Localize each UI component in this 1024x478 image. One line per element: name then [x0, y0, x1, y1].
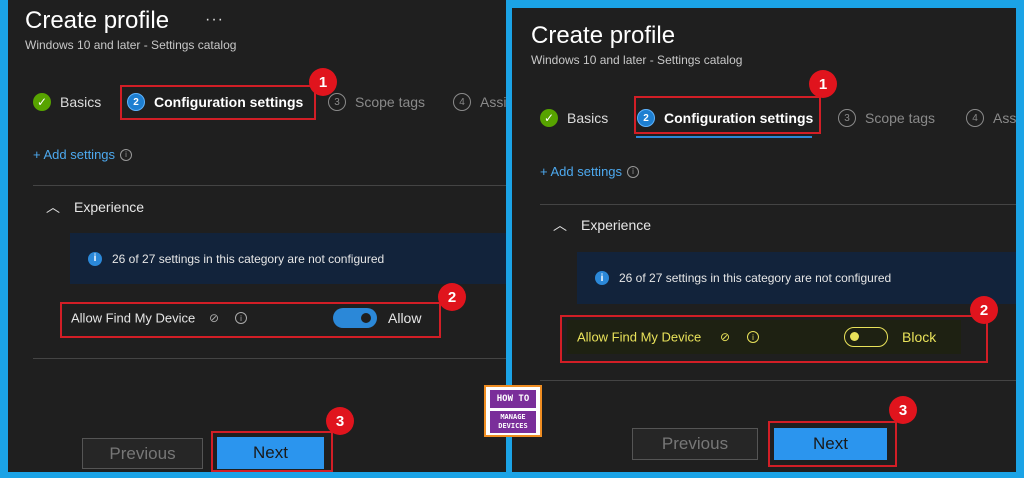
logo-line-devices: DEVICES [498, 422, 528, 430]
experience-section-header[interactable]: ︿ Experience [46, 197, 144, 217]
divider [540, 204, 1016, 205]
step-scope-tags[interactable]: 3 Scope tags [328, 93, 425, 111]
step-label: Assi [480, 94, 506, 110]
step-label: Basics [567, 110, 609, 126]
add-settings-link[interactable]: + Add settings i [33, 147, 133, 162]
info-icon: i [627, 165, 640, 178]
step-number: 4 [966, 109, 984, 127]
logo-top-text: HOW TO [490, 390, 536, 408]
divider [33, 358, 506, 359]
experience-section-header[interactable]: ︿ Experience [553, 215, 651, 235]
left-panel: Create profile ··· Windows 10 and later … [8, 0, 506, 472]
annotation-badge-2: 2 [970, 296, 998, 324]
banner-text: 26 of 27 settings in this category are n… [112, 251, 385, 266]
step-number: 3 [838, 109, 856, 127]
info-banner: i 26 of 27 settings in this category are… [577, 252, 1016, 304]
step-number: 4 [453, 93, 471, 111]
logo-bottom-text: MANAGE DEVICES [490, 411, 536, 433]
step-basics[interactable]: ✓ Basics [33, 93, 101, 111]
section-label: Experience [74, 199, 145, 215]
section-label: Experience [581, 217, 652, 233]
page-title: Create profile [25, 7, 170, 34]
annotation-badge-1: 1 [809, 70, 837, 98]
annotation-box-2 [60, 302, 441, 338]
page-subtitle: Windows 10 and later - Settings catalog [25, 38, 237, 52]
step-label: Scope tags [355, 94, 426, 110]
add-settings-label: + Add settings [540, 164, 623, 179]
step-scope-tags[interactable]: 3 Scope tags [838, 109, 935, 127]
add-settings-link[interactable]: + Add settings i [540, 164, 640, 179]
annotation-box-2 [560, 315, 988, 363]
annotation-box-1 [120, 85, 316, 120]
step-basics[interactable]: ✓ Basics [540, 109, 608, 127]
annotation-badge-1: 1 [309, 68, 337, 96]
chevron-up-icon: ︿ [553, 217, 567, 233]
info-icon: i [595, 271, 609, 285]
info-icon: i [88, 251, 102, 266]
more-options-button[interactable]: ··· [205, 11, 224, 29]
annotation-badge-2: 2 [438, 283, 466, 311]
divider [33, 185, 506, 186]
step-label: Ass [993, 110, 1016, 126]
previous-button[interactable]: Previous [82, 438, 203, 469]
annotation-badge-3: 3 [326, 407, 354, 435]
annotation-box-3 [768, 421, 897, 467]
how-to-manage-devices-logo: HOW TO MANAGE DEVICES [484, 385, 542, 437]
step-number: 3 [328, 93, 346, 111]
add-settings-label: + Add settings [33, 147, 116, 162]
right-panel: Create profile Windows 10 and later - Se… [512, 8, 1016, 472]
annotation-badge-3: 3 [889, 396, 917, 424]
page-title: Create profile [531, 22, 676, 49]
active-step-underline [636, 136, 812, 138]
step-assignments[interactable]: 4 Assi [453, 93, 506, 111]
checkmark-icon: ✓ [540, 109, 558, 127]
annotation-box-3 [211, 431, 333, 472]
info-icon: i [120, 148, 133, 161]
info-banner: i 26 of 27 settings in this category are… [70, 233, 506, 284]
divider [540, 380, 1016, 381]
page-subtitle: Windows 10 and later - Settings catalog [531, 53, 743, 67]
checkmark-icon: ✓ [33, 93, 51, 111]
chevron-up-icon: ︿ [46, 199, 60, 215]
logo-line-manage: MANAGE [500, 413, 526, 421]
step-assignments[interactable]: 4 Ass [966, 109, 1016, 127]
annotation-box-1 [634, 96, 821, 134]
step-label: Basics [60, 94, 102, 110]
previous-button[interactable]: Previous [632, 428, 758, 460]
step-label: Scope tags [865, 110, 936, 126]
banner-text: 26 of 27 settings in this category are n… [619, 271, 892, 285]
